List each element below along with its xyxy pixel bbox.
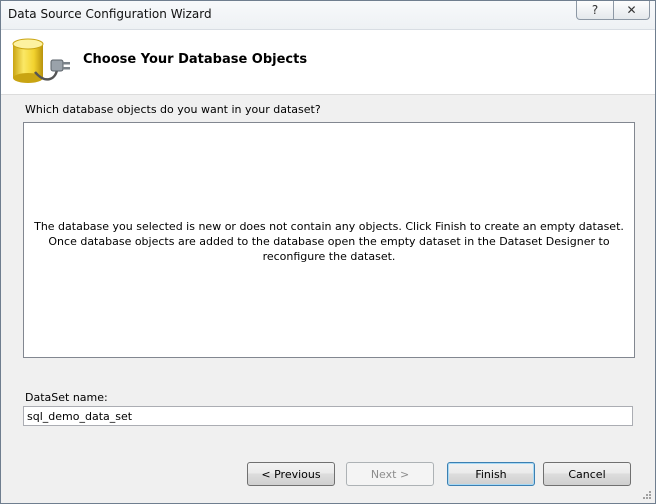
message-line-2: Once database objects are added to the d… (48, 235, 610, 263)
help-icon: ? (591, 3, 599, 17)
resize-grip-icon[interactable] (642, 490, 652, 500)
close-icon: ✕ (626, 3, 637, 17)
cancel-button[interactable]: Cancel (543, 462, 631, 486)
caption-buttons: ? ✕ (576, 1, 650, 20)
previous-button[interactable]: < Previous (247, 462, 335, 486)
help-button[interactable]: ? (577, 1, 613, 19)
window-title: Data Source Configuration Wizard (8, 7, 212, 21)
dataset-name-input[interactable] (23, 406, 633, 426)
next-button[interactable]: Next > (346, 462, 434, 486)
title-bar[interactable]: Data Source Configuration Wizard ? ✕ (1, 1, 655, 30)
dataset-name-label: DataSet name: (25, 391, 108, 404)
finish-button[interactable]: Finish (447, 462, 535, 486)
page-title: Choose Your Database Objects (83, 52, 308, 67)
wizard-header: Choose Your Database Objects (1, 30, 655, 95)
database-plug-icon (12, 38, 70, 83)
wizard-body: Which database objects do you want in yo… (1, 95, 655, 503)
close-button[interactable]: ✕ (613, 1, 649, 19)
empty-database-message: The database you selected is new or does… (34, 219, 624, 264)
objects-question: Which database objects do you want in yo… (25, 103, 321, 116)
message-line-1: The database you selected is new or does… (34, 220, 624, 233)
database-objects-panel[interactable]: The database you selected is new or does… (23, 122, 635, 358)
wizard-window: Data Source Configuration Wizard ? ✕ Cho… (0, 0, 656, 504)
